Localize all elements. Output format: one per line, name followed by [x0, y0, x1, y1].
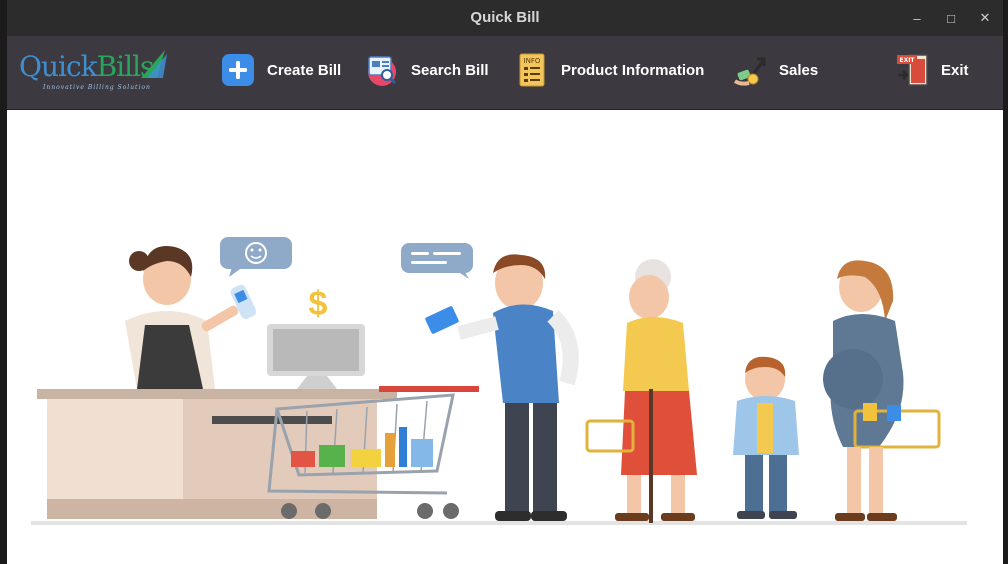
quickbills-logo: QuickBills Innovative Billing Solution: [19, 46, 179, 98]
cashier-speech-bubble-icon: [220, 237, 292, 277]
window-title: Quick Bill: [470, 9, 540, 26]
logo-brand-text: QuickBills: [19, 50, 154, 83]
exit-icon-text: EXIT: [899, 57, 915, 64]
title-bar[interactable]: Quick Bill – □ ✕: [7, 0, 1003, 36]
product-information-label: Product Information: [561, 61, 705, 79]
create-bill-button[interactable]: Create Bill: [221, 50, 341, 90]
app-window: Quick Bill – □ ✕ QuickBills Innovative B…: [7, 0, 1003, 564]
close-button[interactable]: ✕: [975, 8, 995, 28]
logo-swoosh-icon: [141, 50, 167, 78]
female-customer-figure: [823, 260, 941, 521]
sales-chart-icon: [733, 53, 767, 87]
exit-button[interactable]: EXIT Exit: [895, 50, 969, 90]
create-bill-label: Create Bill: [267, 61, 342, 79]
elderly-customer-figure: [585, 259, 697, 523]
logo-tagline: Innovative Billing Solution: [43, 84, 151, 91]
info-icon-text: INFO: [524, 57, 541, 65]
info-document-icon: INFO: [515, 53, 549, 87]
product-information-button[interactable]: INFO Product Information: [515, 50, 704, 90]
dollar-sign-text: $: [309, 285, 328, 323]
exit-label: Exit: [941, 61, 969, 79]
customer-speech-bubble-icon: [401, 243, 473, 279]
search-bill-button[interactable]: Search Bill: [365, 50, 489, 90]
maximize-button[interactable]: □: [941, 8, 961, 28]
supermarket-checkout-illustration: $: [31, 237, 967, 525]
sales-button[interactable]: Sales: [733, 50, 818, 90]
minimize-button[interactable]: –: [907, 8, 927, 28]
plus-icon: [221, 53, 255, 87]
exit-door-icon: EXIT: [895, 53, 929, 87]
search-document-icon: [365, 53, 399, 87]
main-toolbar: QuickBills Innovative Billing Solution C…: [7, 36, 1003, 110]
sales-label: Sales: [779, 61, 819, 79]
main-content-area: $: [7, 111, 1003, 564]
cash-register-icon: [267, 324, 365, 389]
child-customer-figure: [733, 356, 799, 519]
search-bill-label: Search Bill: [411, 61, 489, 79]
